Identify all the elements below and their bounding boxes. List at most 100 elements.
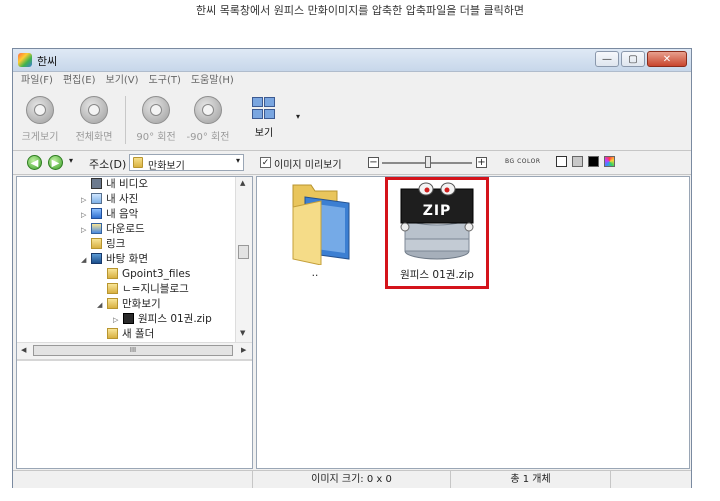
tree-item[interactable]: ▷ 내 사진	[81, 192, 138, 207]
parent-folder-item[interactable]: ..	[267, 179, 363, 289]
pane-splitter[interactable]	[17, 359, 252, 361]
tree-horizontal-scrollbar[interactable]: ◀ III ▶	[17, 342, 252, 359]
view-button[interactable]: 보기	[239, 96, 289, 146]
rotate-cw-label: 90° 회전	[136, 132, 176, 143]
address-input[interactable]: 만화보기 ▾	[129, 154, 244, 172]
tree-item-label: 내 비디오	[106, 178, 148, 190]
scroll-right-icon[interactable]: ▶	[241, 346, 246, 354]
app-window: 한씨 — ▢ ✕ 파일(F) 편집(E) 보기(V) 도구(T) 도움말(H) …	[12, 48, 692, 488]
fullscreen-button[interactable]: 전체화면	[69, 96, 119, 146]
rotate-ccw-button[interactable]: -90° 회전	[183, 96, 233, 146]
status-bar: 이미지 크기: 0 x 0 총 1 개체	[13, 470, 691, 488]
tree-item[interactable]: ◢ 바탕 화면	[81, 252, 148, 267]
tree-item[interactable]: 내 비디오	[81, 177, 148, 192]
tree-item[interactable]: ▷ 다운로드	[81, 222, 145, 237]
scroll-down-icon[interactable]: ▼	[240, 329, 245, 337]
tree-item[interactable]: 링크	[81, 237, 125, 252]
tree-item[interactable]: ◢ 만화보기	[97, 297, 161, 312]
view-label: 보기	[254, 128, 274, 139]
tree-item-label: 만화보기	[122, 298, 161, 310]
menu-file[interactable]: 파일(F)	[21, 72, 53, 90]
view-dropdown-icon[interactable]: ▾	[296, 112, 300, 121]
scroll-left-icon[interactable]: ◀	[21, 346, 26, 354]
app-logo-icon	[18, 53, 32, 67]
view-mode-icon	[251, 96, 277, 120]
menu-tools[interactable]: 도구(T)	[149, 72, 181, 90]
bg-color-label: BG COLOR	[505, 158, 541, 165]
folder-tree: 내 비디오 ▷ 내 사진 ▷ 내 음악 ▷ 다운로드 링크 ◢ 바탕 화면 Gpoint…	[17, 177, 237, 342]
rotate-cw-icon	[142, 96, 170, 124]
preview-checkbox-label: 이미지 미리보기	[274, 160, 342, 171]
music-folder-icon	[91, 208, 102, 219]
enlarge-icon	[26, 96, 54, 124]
rotate-ccw-label: -90° 회전	[186, 132, 230, 143]
tree-item-label: Gpoint3_files	[122, 268, 191, 280]
address-value: 만화보기	[148, 161, 185, 172]
window-controls: — ▢ ✕	[595, 51, 687, 67]
tree-item-label: 새 폴더	[122, 328, 155, 340]
tree-vertical-scrollbar[interactable]: ▲ ▼	[235, 177, 252, 342]
scroll-up-icon[interactable]: ▲	[240, 179, 245, 187]
preview-checkbox[interactable]: ✓	[260, 157, 271, 168]
tree-expand-icon[interactable]: ▷	[81, 193, 91, 208]
menu-bar: 파일(F) 편집(E) 보기(V) 도구(T) 도움말(H)	[13, 72, 691, 90]
tree-item[interactable]: Gpoint3_files	[97, 267, 190, 282]
fullscreen-icon	[80, 96, 108, 124]
status-left	[13, 471, 253, 488]
tree-expand-icon[interactable]: ◢	[81, 253, 91, 268]
tree-item[interactable]: ▷ 내 음악	[81, 207, 138, 222]
toolbar-separator	[125, 96, 126, 144]
maximize-button[interactable]: ▢	[621, 51, 645, 67]
tree-item[interactable]: 새 폴더	[97, 327, 154, 342]
link-folder-icon	[91, 238, 102, 249]
tree-expand-icon[interactable]: ▷	[113, 313, 123, 328]
zip-file-icon	[123, 313, 134, 324]
bg-swatch-black[interactable]	[588, 156, 599, 167]
photo-folder-icon	[91, 193, 102, 204]
folder-icon	[133, 157, 143, 168]
history-dropdown-icon[interactable]: ▾	[69, 156, 73, 165]
bg-swatch-custom[interactable]	[604, 156, 615, 167]
scroll-thumb[interactable]: III	[33, 345, 233, 356]
address-label: 주소(D)	[89, 158, 127, 171]
forward-button[interactable]: ▶	[48, 155, 63, 170]
tree-expand-icon[interactable]: ◢	[97, 298, 107, 313]
close-button[interactable]: ✕	[647, 51, 687, 67]
toolbar: 크게보기 전체화면 90° 회전 -90° 회전 보기 ▾	[13, 90, 691, 151]
rotate-cw-button[interactable]: 90° 회전	[131, 96, 181, 146]
zoom-slider-thumb[interactable]	[425, 156, 431, 168]
page-caption: 한씨 목록창에서 원피스 만화이미지를 압축한 압축파일을 더블 클릭하면	[195, 4, 525, 17]
bg-swatch-gray[interactable]	[572, 156, 583, 167]
window-title: 한씨	[37, 55, 58, 68]
folder-icon	[107, 328, 118, 339]
tree-item-label: 링크	[106, 238, 126, 250]
folder-tree-pane: 내 비디오 ▷ 내 사진 ▷ 내 음악 ▷ 다운로드 링크 ◢ 바탕 화면 Gpoint…	[16, 176, 253, 469]
back-button[interactable]: ◀	[27, 155, 42, 170]
tree-expand-icon[interactable]: ▷	[81, 223, 91, 238]
tree-expand-icon[interactable]: ▷	[81, 208, 91, 223]
minimize-button[interactable]: —	[595, 51, 619, 67]
download-folder-icon	[91, 223, 102, 234]
enlarge-button[interactable]: 크게보기	[15, 96, 65, 146]
bg-swatch-white[interactable]	[556, 156, 567, 167]
address-dropdown-icon[interactable]: ▾	[236, 156, 240, 165]
tree-item[interactable]: ㄴ=지니블로그	[97, 282, 189, 297]
thumbnail-pane: .. ZIP 원피스 01권.zip	[256, 176, 690, 469]
rotate-ccw-icon	[194, 96, 222, 124]
status-image-size: 이미지 크기: 0 x 0	[253, 471, 451, 488]
zoom-in-button[interactable]: +	[476, 157, 487, 168]
tree-item-label: 바탕 화면	[106, 253, 148, 265]
zoom-out-button[interactable]: −	[368, 157, 379, 168]
scroll-thumb[interactable]	[238, 245, 249, 259]
menu-view[interactable]: 보기(V)	[106, 72, 139, 90]
menu-edit[interactable]: 편집(E)	[63, 72, 96, 90]
fullscreen-label: 전체화면	[75, 132, 113, 143]
enlarge-label: 크게보기	[21, 132, 59, 143]
folder-icon	[107, 283, 118, 294]
tree-item-label: 내 사진	[106, 193, 139, 205]
title-bar[interactable]: 한씨 — ▢ ✕	[13, 49, 691, 72]
tree-item[interactable]: ▷ 원피스 01권.zip	[113, 312, 212, 327]
menu-help[interactable]: 도움말(H)	[191, 72, 234, 90]
folder-icon	[107, 298, 118, 309]
desktop-folder-icon	[91, 253, 102, 264]
